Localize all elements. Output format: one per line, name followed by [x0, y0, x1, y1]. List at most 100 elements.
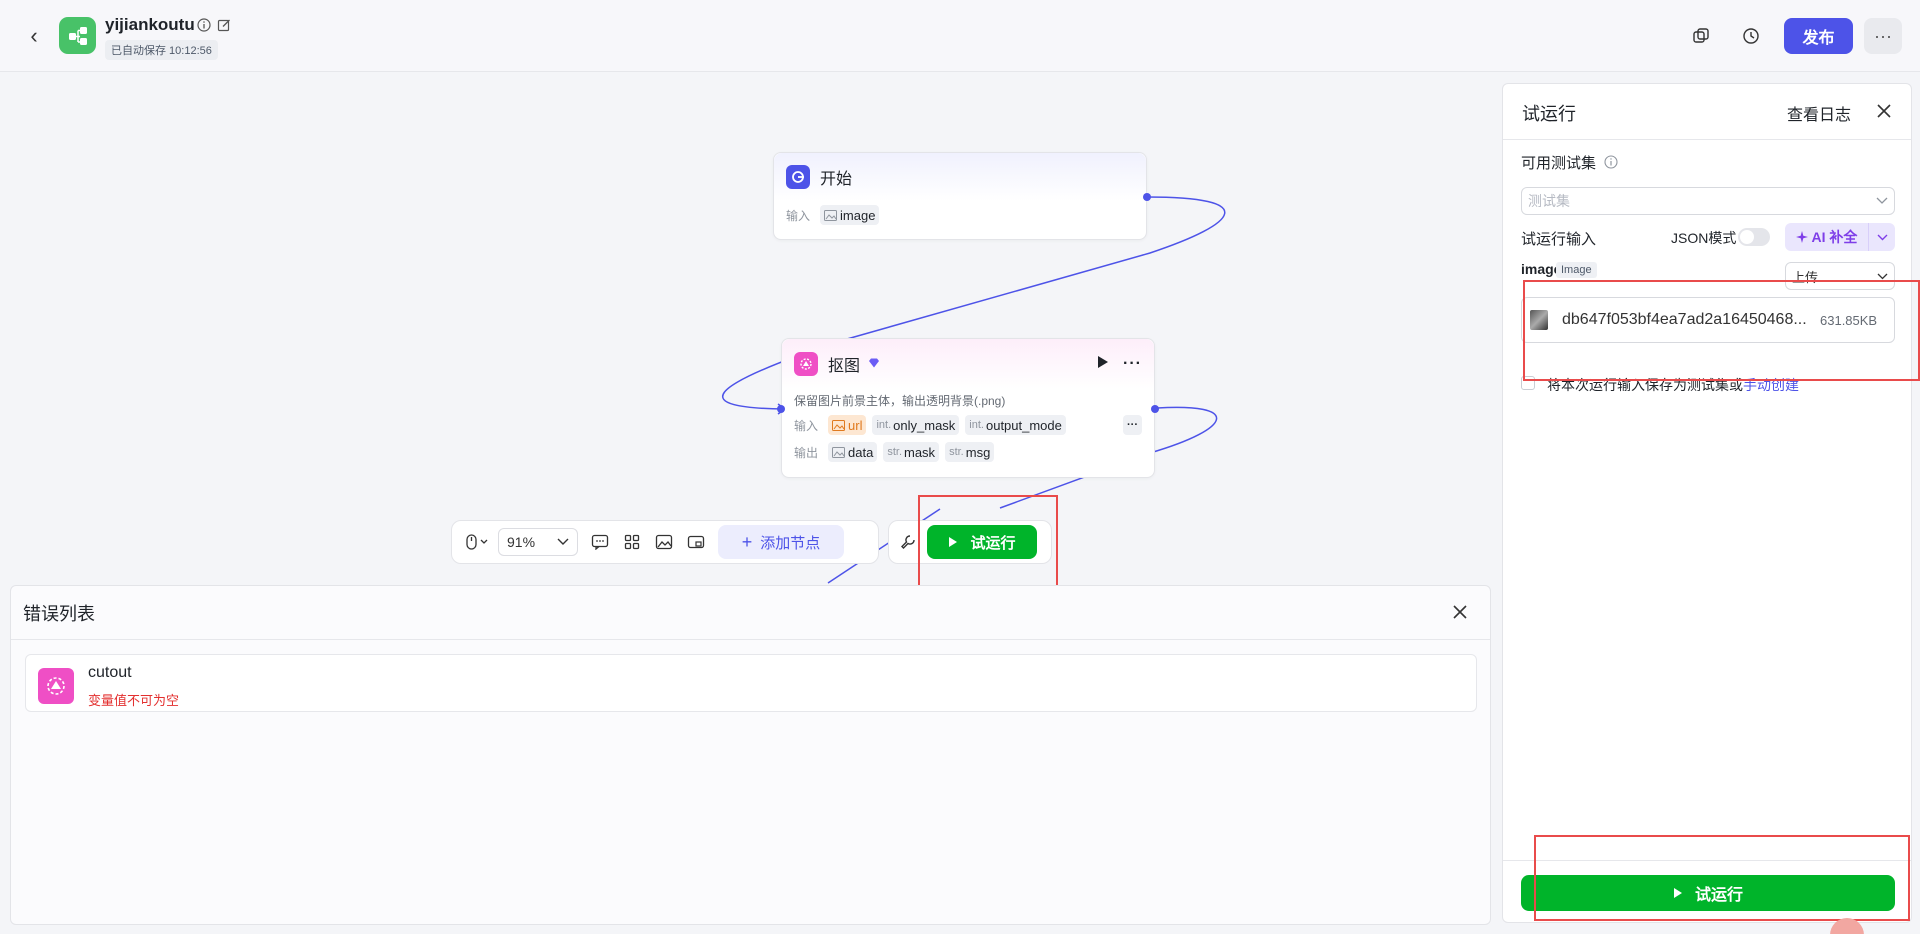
plus-icon: +	[741, 531, 753, 552]
cutout-output-label: 输出	[794, 445, 819, 460]
save-as-testset-checkbox[interactable]	[1521, 376, 1535, 390]
file-size: 631.85KB	[1820, 312, 1878, 328]
zoom-select[interactable]: 91%	[498, 528, 578, 556]
param-prefix: int.	[969, 419, 984, 431]
panel-run-label: 试运行	[1694, 887, 1743, 904]
add-node-button[interactable]: + 添加节点	[718, 525, 844, 559]
param-tag: data	[828, 442, 878, 462]
param-tag: int. output_mode	[965, 415, 1066, 435]
cutout-output-port[interactable]	[1151, 405, 1159, 413]
layout-icon[interactable]	[616, 527, 648, 557]
test-run-title: 试运行	[1522, 104, 1576, 124]
minimap-icon[interactable]	[680, 527, 712, 557]
test-set-label-row: 可用测试集	[1521, 152, 1618, 173]
node-more-icon[interactable]: ···	[1123, 355, 1142, 373]
test-set-placeholder: 测试集	[1528, 193, 1570, 209]
start-input-param: image	[840, 207, 876, 223]
chevron-down-icon[interactable]	[1869, 234, 1895, 241]
canvas-run-label: 试运行	[970, 534, 1016, 552]
run-toolbar: 试运行	[888, 520, 1052, 564]
file-name: db647f053bf4ea7ad2a16450468...	[1562, 311, 1807, 328]
error-message: 变量值不可为空	[88, 693, 180, 708]
divider	[1503, 860, 1911, 861]
close-icon[interactable]	[1875, 102, 1893, 120]
more-params-button[interactable]: ···	[1123, 415, 1142, 435]
view-log-link[interactable]: 查看日志	[1787, 101, 1851, 125]
cutout-input-label: 输入	[794, 418, 819, 433]
comment-icon[interactable]	[584, 527, 616, 557]
test-set-label: 可用测试集	[1521, 155, 1597, 172]
sparkle-icon	[1795, 231, 1808, 243]
chevron-down-icon	[1877, 273, 1888, 279]
param-tag: url	[828, 415, 867, 435]
ai-complete-label: AI 补全	[1811, 229, 1858, 245]
error-node-name: cutout	[88, 664, 132, 681]
test-set-select[interactable]: 测试集	[1521, 187, 1895, 215]
param-tag: int. only_mask	[872, 415, 960, 435]
start-input-label: 输入	[786, 208, 811, 223]
test-input-label: 试运行输入	[1521, 231, 1597, 248]
canvas-run-button[interactable]: 试运行	[927, 525, 1037, 559]
app-logo	[59, 17, 96, 54]
json-mode-toggle[interactable]	[1738, 228, 1770, 246]
error-list-panel: 错误列表 cutout 变量值不可为空	[10, 585, 1491, 925]
cutout-node-icon	[794, 352, 818, 376]
info-icon	[1604, 155, 1618, 169]
param-tag: image	[820, 205, 880, 225]
play-icon	[1673, 888, 1682, 898]
param-name: output_mode	[985, 417, 1062, 433]
param-name: url	[848, 417, 863, 433]
publish-button[interactable]: 发布	[1784, 18, 1853, 54]
uploaded-file[interactable]: db647f053bf4ea7ad2a16450468... 631.85KB	[1521, 297, 1895, 343]
save-text: 将本次运行输入保存为测试集或	[1547, 377, 1743, 393]
param-tag: str. msg	[945, 442, 995, 462]
error-list-title: 错误列表	[23, 603, 95, 624]
param-name: data	[848, 444, 874, 460]
error-item[interactable]: cutout 变量值不可为空	[25, 654, 1477, 712]
upload-mode-select[interactable]: 上传	[1785, 262, 1895, 290]
cutout-node-desc: 保留图片前景主体，输出透明背景(.png)	[794, 393, 1006, 408]
upload-mode-value: 上传	[1792, 269, 1819, 285]
mouse-mode-icon[interactable]	[458, 527, 496, 557]
ai-complete-button[interactable]: AI 补全	[1785, 223, 1895, 251]
chevron-down-icon	[1876, 197, 1888, 204]
run-node-icon[interactable]	[1097, 355, 1109, 374]
json-mode-label: JSON模式	[1671, 230, 1737, 246]
param-name: msg	[965, 444, 991, 460]
debug-wrench-icon[interactable]	[895, 527, 921, 557]
cutout-node-title: 抠图	[828, 358, 861, 375]
autosave-status: 已自动保存 10:12:56	[105, 40, 218, 60]
param-name: only_mask	[893, 417, 956, 433]
info-icon[interactable]	[197, 18, 211, 32]
param-prefix: str.	[949, 446, 964, 458]
start-output-port[interactable]	[1143, 193, 1151, 201]
panel-run-button[interactable]: 试运行	[1521, 875, 1895, 911]
copy-icon[interactable]	[1689, 24, 1713, 48]
param-type-badge: Image	[1556, 262, 1597, 278]
start-node-title: 开始	[820, 171, 853, 188]
history-icon[interactable]	[1739, 24, 1763, 48]
start-node-icon	[786, 165, 810, 189]
canvas-toolbar: 91% + 添加节点	[451, 520, 879, 564]
cutout-input-port[interactable]	[777, 405, 785, 413]
start-node[interactable]: 开始 输入 image	[773, 152, 1147, 240]
divider	[1503, 139, 1911, 140]
file-thumbnail	[1530, 310, 1548, 330]
image-icon[interactable]	[648, 527, 680, 557]
param-name: mask	[904, 444, 936, 460]
close-icon[interactable]	[1450, 602, 1470, 622]
back-icon[interactable]: ‹	[22, 24, 46, 48]
zoom-value: 91%	[507, 534, 536, 550]
manual-create-link[interactable]: 手动创建	[1743, 377, 1799, 393]
test-run-panel: 试运行 查看日志 可用测试集 测试集 试运行输入 JSON模式 AI 补全 im…	[1502, 83, 1912, 923]
more-options-button[interactable]: ···	[1864, 18, 1902, 54]
param-prefix: int.	[876, 419, 892, 431]
cutout-node[interactable]: 抠图 ··· 保留图片前景主体，输出透明背景(.png) 输入 url int.…	[781, 338, 1155, 478]
edit-icon[interactable]	[217, 18, 231, 32]
save-as-testset-text: 将本次运行输入保存为测试集或手动创建	[1547, 375, 1799, 395]
chevron-down-icon	[557, 538, 569, 545]
add-node-label: 添加节点	[760, 534, 821, 552]
param-prefix: str.	[887, 446, 902, 458]
play-icon	[949, 537, 958, 547]
param-tag: str. mask	[883, 442, 940, 462]
